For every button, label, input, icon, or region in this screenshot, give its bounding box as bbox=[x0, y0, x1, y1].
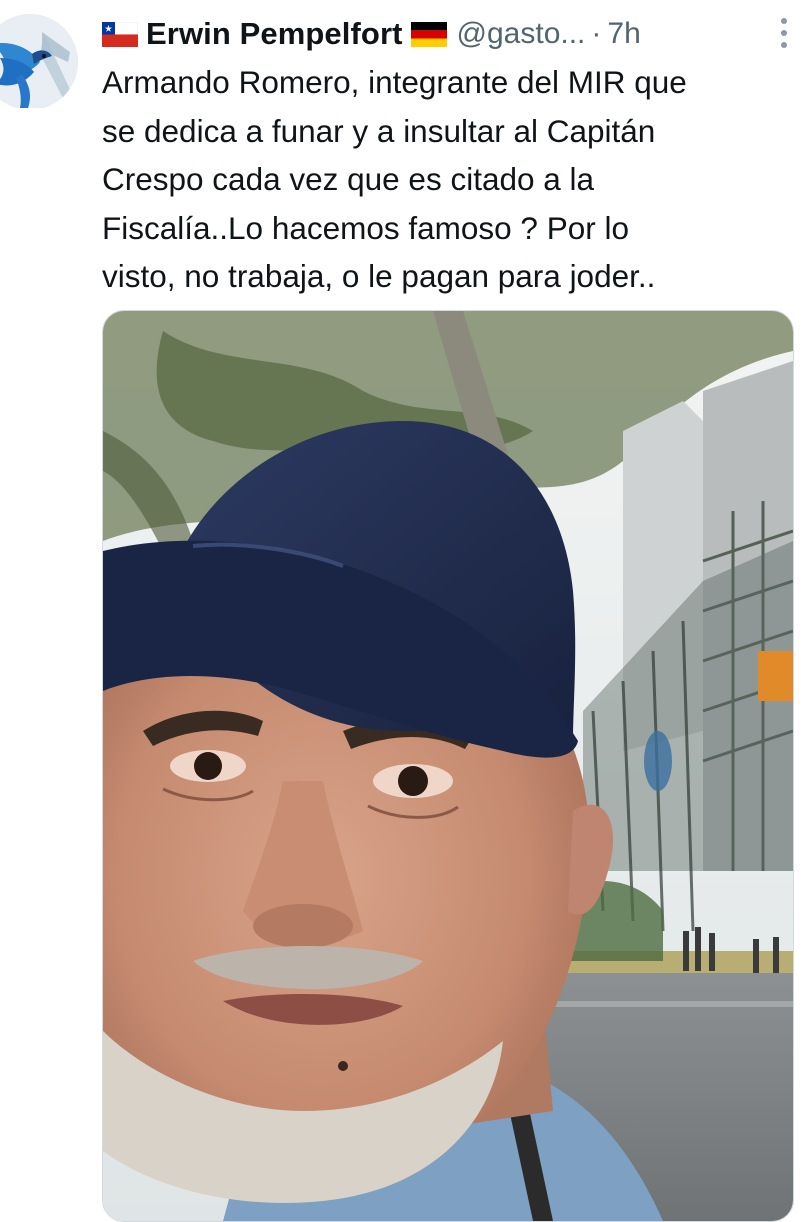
author-handle[interactable]: @gasto... bbox=[457, 17, 586, 51]
tweet-text-line: visto, no trabaja, o le pagan para joder… bbox=[102, 258, 656, 294]
chile-flag-icon bbox=[102, 21, 138, 47]
tweet-timestamp[interactable]: 7h bbox=[607, 17, 640, 51]
germany-flag-icon bbox=[410, 21, 447, 47]
separator-dot: · bbox=[591, 17, 602, 50]
tweet-header: Erwin Pempelfort @gasto... · 7h bbox=[102, 10, 802, 58]
tweet-text-line: Armando Romero, integrante del MIR que bbox=[102, 64, 687, 100]
photo-image bbox=[103, 311, 793, 1221]
tweet-media-photo[interactable] bbox=[102, 310, 794, 1222]
tweet-text-line: Fiscalía..Lo hacemos famoso ? Por lo bbox=[102, 209, 629, 246]
tweet-text-line: se dedica a funar y a insultar al Capitá… bbox=[102, 112, 656, 149]
author-display-name[interactable]: Erwin Pempelfort bbox=[146, 16, 403, 52]
more-vertical-icon[interactable] bbox=[778, 14, 790, 52]
tweet-text-line: Crespo cada vez que es citado a la bbox=[102, 161, 595, 197]
tweet-text: Armando Romero, integrante del MIR que s… bbox=[102, 58, 802, 301]
avatar[interactable] bbox=[0, 14, 78, 108]
blue-bird-avatar-icon bbox=[0, 14, 78, 108]
